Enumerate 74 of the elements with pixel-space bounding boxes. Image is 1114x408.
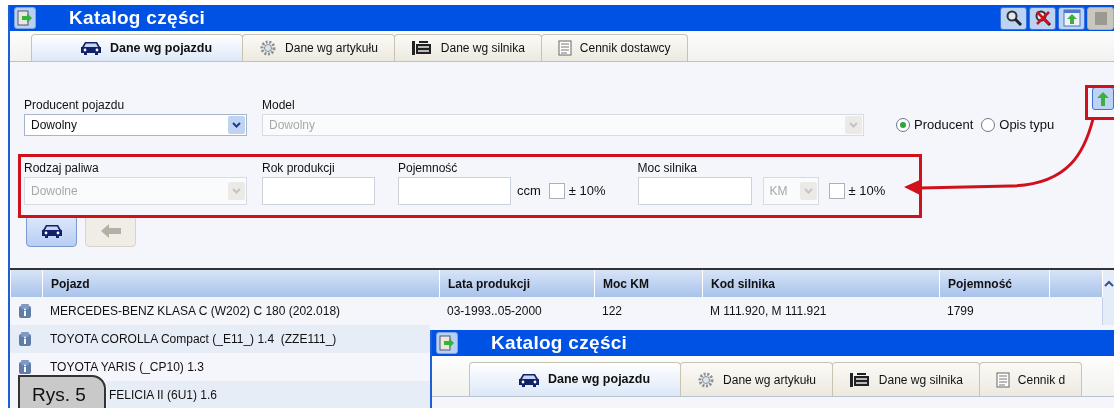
producer-dropdown[interactable]: Dowolny [24, 114, 247, 136]
vehicle-info-icon [18, 303, 32, 319]
arrow-left-icon [99, 223, 122, 239]
document-icon [557, 40, 572, 56]
table-cell-text: TOYOTA COROLLA Compact (_E11_) 1.4 (ZZE111_) [49, 331, 338, 348]
chevron-down-icon [232, 188, 241, 194]
figure-label: Rys. 5 [18, 375, 106, 408]
radio-option[interactable]: Producent [896, 115, 974, 135]
field-label: Rodzaj paliwa [24, 160, 100, 177]
exit-icon[interactable] [14, 7, 36, 29]
tab[interactable]: Dane wg artykułu [680, 362, 833, 396]
gear-icon [259, 39, 278, 57]
tab[interactable]: Dane wg silnika [831, 362, 980, 396]
tab[interactable]: Cennik dostawcy [540, 34, 688, 61]
window-title: Katalog części [491, 330, 628, 355]
table-cell-text: 03-1993..05-2000 [446, 303, 543, 320]
car-icon [80, 41, 102, 55]
table-cell-text: MERCEDES-BENZ KLASA C (W202) C 180 (202.018) [49, 303, 342, 320]
field-label: Pojemność [398, 160, 459, 177]
table-row[interactable]: MERCEDES-BENZ KLASA C (W202) C 180 (202.018) 03-1993..05-2000 122 M 111.920, M 111.921 1799 [10, 297, 1114, 325]
checkbox[interactable] [548, 183, 565, 199]
chevron-down-icon [849, 122, 858, 128]
table-cell-text: 122 [601, 303, 624, 320]
column-header[interactable]: Pojemność [939, 270, 1049, 297]
unit-label: ccm [517, 182, 541, 201]
engine-icon [848, 371, 871, 388]
column-header[interactable]: Pojazd [42, 270, 439, 297]
search-cross-icon [1033, 9, 1052, 27]
tab[interactable]: Dane wg artykułu [242, 34, 395, 61]
document-icon [995, 371, 1010, 388]
table-row[interactable]: TOYOTA COROLLA Compact (_E11_) 1.4 (ZZE111_) [10, 325, 430, 353]
radio-option[interactable]: Opis typu [981, 115, 1055, 135]
chevron-up-icon [1104, 279, 1114, 288]
vehicle-info-icon [18, 359, 32, 375]
tab[interactable]: Cennik d [978, 362, 1083, 396]
toolbar-button[interactable] [1087, 6, 1114, 30]
exit-icon[interactable] [436, 332, 458, 354]
field-label: Moc silnika [637, 160, 698, 177]
table-cell-text: 1799 [946, 303, 975, 320]
chevron-down-icon [232, 122, 241, 128]
table-cell-text: TOYOTA YARIS (_CP10) 1.3 [49, 359, 205, 376]
tab[interactable]: Dane wg pojazdu [31, 34, 244, 61]
search-button[interactable] [1000, 6, 1027, 30]
year-input[interactable] [262, 177, 375, 205]
vehicle-info-icon [18, 331, 32, 347]
column-header[interactable]: Moc KM [594, 270, 702, 297]
field-label: Model [262, 97, 296, 114]
chevron-down-icon [803, 188, 813, 194]
arrow-up-icon [1096, 90, 1110, 107]
block-icon [1093, 9, 1108, 27]
tolerance-label: ± 10% [568, 182, 606, 201]
engine-icon [410, 40, 433, 56]
table-cell-text: FELICIA II (6U1) 1.6 [108, 387, 219, 404]
clear-search-button[interactable] [1029, 6, 1056, 30]
capacity-input[interactable] [398, 177, 511, 205]
table-cell-text: M 111.920, M 111.921 [709, 303, 828, 320]
collapse-button[interactable] [1092, 87, 1114, 110]
field-label: Rok produkcji [262, 160, 336, 177]
column-header[interactable]: Kod silnika [702, 270, 939, 297]
tolerance-label: ± 10% [848, 182, 886, 201]
scroll-up-button[interactable] [1102, 270, 1114, 297]
power-input[interactable] [637, 177, 752, 205]
tab[interactable]: Dane wg silnika [393, 34, 542, 61]
gear-icon [697, 370, 716, 389]
highlight-frame [1085, 85, 1114, 120]
car-icon [40, 224, 63, 238]
field-label: Producent pojazdu [24, 97, 126, 114]
tab[interactable]: Dane wg pojazdu [469, 362, 682, 396]
car-icon [518, 372, 540, 387]
search-icon [1004, 9, 1023, 27]
collapse-button[interactable] [1058, 6, 1085, 30]
window-title: Katalog części [69, 5, 206, 30]
checkbox[interactable] [828, 183, 845, 199]
column-header[interactable]: Lata produkcji [439, 270, 594, 297]
